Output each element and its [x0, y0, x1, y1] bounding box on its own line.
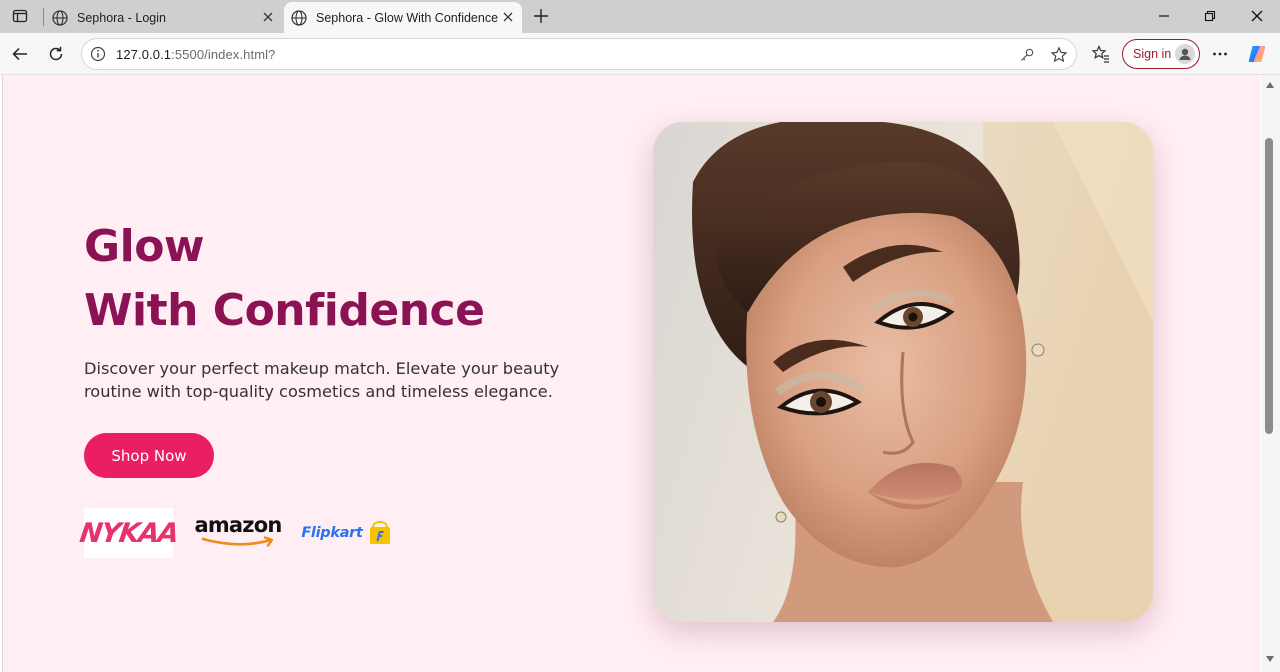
flipkart-wordmark: Flipkart [301, 525, 363, 541]
globe-icon [291, 9, 307, 26]
close-window-icon[interactable] [1247, 6, 1267, 26]
avatar-icon [1175, 44, 1195, 64]
tab-strip: Sephora - Login Sephora - Glow With Conf… [0, 0, 1280, 33]
tab-title: Sephora - Login [77, 10, 166, 25]
nykaa-logo[interactable]: NYKAA [78, 508, 179, 558]
amazon-logo[interactable]: amazon [192, 508, 284, 558]
tab-separator [43, 8, 44, 26]
scroll-up-icon[interactable] [1266, 82, 1274, 88]
copilot-icon[interactable] [1246, 43, 1268, 65]
refresh-icon[interactable] [45, 43, 67, 65]
flipkart-logo[interactable]: Flipkart [300, 508, 394, 558]
scroll-down-icon[interactable] [1266, 656, 1274, 662]
address-bar[interactable]: 127.0.0.1:5500/index.html? [81, 38, 1077, 70]
plus-icon[interactable] [531, 6, 551, 26]
close-icon[interactable] [500, 9, 516, 25]
hero-title-line2: With Confidence [84, 285, 485, 336]
tab-actions-icon[interactable] [8, 5, 32, 27]
star-icon[interactable] [1050, 46, 1068, 64]
favorites-icon[interactable] [1090, 43, 1112, 65]
tab-sephora-login[interactable]: Sephora - Login [50, 2, 282, 33]
minimize-icon[interactable] [1154, 6, 1174, 26]
url-text: 127.0.0.1:5500/index.html? [116, 47, 275, 62]
url-host: 127.0.0.1 [116, 47, 172, 62]
hero-model-image [653, 122, 1153, 622]
globe-icon [52, 9, 68, 26]
shop-now-button[interactable]: Shop Now [84, 433, 214, 478]
amazon-wordmark: amazon [194, 513, 282, 537]
model-portrait [653, 122, 1153, 622]
close-icon[interactable] [260, 9, 276, 25]
scrollbar-thumb[interactable] [1265, 138, 1273, 434]
info-icon[interactable] [90, 46, 106, 62]
amazon-smile-icon [201, 536, 274, 547]
restore-icon[interactable] [1200, 6, 1220, 26]
sign-in-label: Sign in [1133, 47, 1172, 61]
tab-sephora-glow[interactable]: Sephora - Glow With Confidence [284, 2, 522, 33]
hero-title: Glow With Confidence [84, 215, 485, 343]
url-path: :5500/index.html? [171, 47, 276, 62]
hero-title-line1: Glow [84, 221, 205, 272]
back-icon[interactable] [9, 43, 31, 65]
browser-toolbar: 127.0.0.1:5500/index.html? Sign in [0, 33, 1280, 75]
sign-in-button[interactable]: Sign in [1122, 39, 1200, 69]
more-icon[interactable] [1209, 43, 1231, 65]
tab-title: Sephora - Glow With Confidence [316, 10, 499, 25]
key-icon[interactable] [1018, 46, 1036, 64]
hero-description: Discover your perfect makeup match. Elev… [84, 359, 560, 401]
flipkart-bag-icon [369, 520, 390, 544]
nykaa-wordmark: NYKAA [77, 517, 180, 549]
vertical-scrollbar[interactable] [1261, 75, 1280, 672]
